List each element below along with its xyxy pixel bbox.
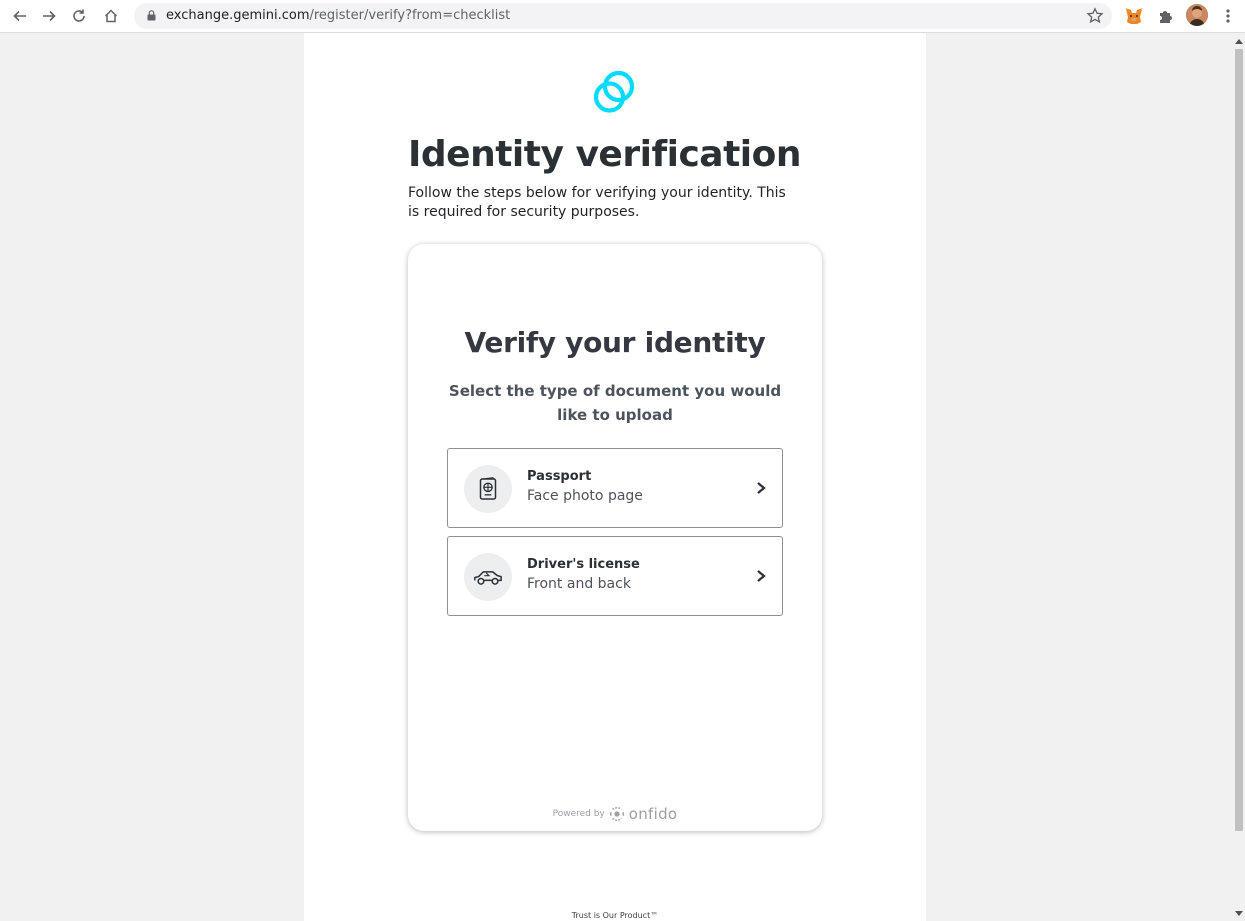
browser-toolbar: exchange.gemini.com/register/verify?from… bbox=[0, 0, 1245, 33]
onfido-logo-icon bbox=[609, 807, 624, 821]
back-button[interactable] bbox=[8, 4, 32, 28]
passport-description: Face photo page bbox=[527, 488, 643, 504]
forward-button[interactable] bbox=[37, 4, 61, 28]
car-icon bbox=[474, 570, 502, 585]
powered-by-text: Powered by bbox=[552, 809, 605, 819]
card-title: Verify your identity bbox=[464, 326, 766, 359]
chevron-right-icon bbox=[757, 570, 766, 582]
drivers-license-option-button[interactable]: Driver's license Front and back bbox=[447, 536, 783, 616]
browser-menu-icon[interactable] bbox=[1222, 6, 1234, 26]
home-button[interactable] bbox=[99, 4, 123, 28]
url-host: exchange.gemini.com bbox=[166, 8, 310, 23]
extensions-puzzle-icon[interactable] bbox=[1154, 5, 1176, 27]
address-bar[interactable]: exchange.gemini.com/register/verify?from… bbox=[134, 3, 1112, 29]
scroll-down-arrow-icon[interactable] bbox=[1235, 911, 1243, 916]
profile-avatar[interactable] bbox=[1186, 4, 1208, 26]
page-content: Identity verification Follow the steps b… bbox=[304, 33, 926, 921]
scroll-up-arrow-icon[interactable] bbox=[1235, 39, 1243, 44]
onfido-verification-card: Verify your identity Select the type of … bbox=[408, 244, 822, 831]
forward-arrow-icon bbox=[43, 10, 56, 22]
home-icon bbox=[104, 9, 118, 23]
gemini-logo-icon bbox=[593, 70, 635, 113]
vertical-scrollbar[interactable] bbox=[1233, 33, 1245, 921]
url-text: exchange.gemini.com/register/verify?from… bbox=[166, 8, 510, 23]
metamask-extension-icon[interactable] bbox=[1123, 5, 1145, 27]
page-subtitle: Follow the steps below for verifying you… bbox=[408, 185, 786, 220]
reload-icon bbox=[73, 9, 85, 22]
back-arrow-icon bbox=[13, 10, 26, 22]
drivers-license-description: Front and back bbox=[527, 576, 631, 592]
lock-icon bbox=[147, 10, 156, 21]
card-subtitle: Select the type of document you would li… bbox=[448, 382, 782, 424]
chevron-right-icon bbox=[757, 482, 766, 494]
car-icon-wrap bbox=[464, 553, 512, 601]
passport-label: Passport bbox=[527, 469, 592, 484]
page-viewport: Identity verification Follow the steps b… bbox=[0, 33, 1233, 921]
page-title: Identity verification bbox=[408, 134, 802, 175]
scrollbar-thumb[interactable] bbox=[1235, 49, 1243, 831]
url-path: /register/verify?from=checklist bbox=[309, 8, 511, 23]
passport-icon bbox=[479, 477, 497, 500]
bookmark-star-icon[interactable] bbox=[1085, 6, 1105, 26]
footer-tagline: Trust is Our Product™ bbox=[571, 911, 659, 920]
reload-button[interactable] bbox=[67, 4, 91, 28]
passport-icon-wrap bbox=[464, 465, 512, 513]
passport-option-button[interactable]: Passport Face photo page bbox=[447, 448, 783, 528]
drivers-license-label: Driver's license bbox=[527, 557, 640, 572]
onfido-wordmark: onfido bbox=[628, 805, 678, 823]
powered-by-onfido: Powered by onfido bbox=[408, 805, 822, 823]
